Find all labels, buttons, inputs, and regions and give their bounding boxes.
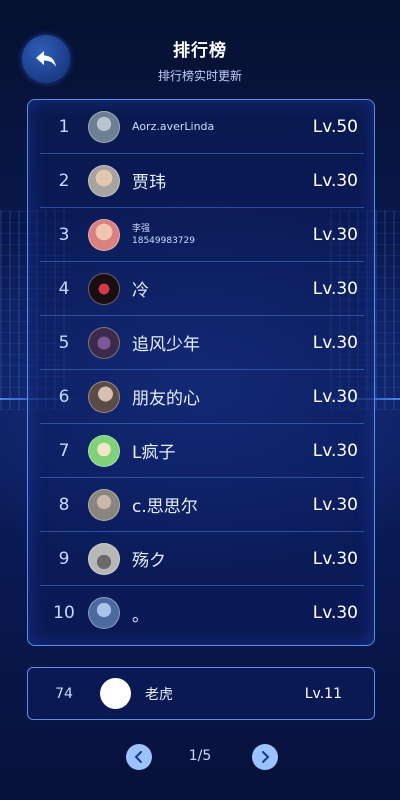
rank-number: 7 <box>58 440 70 461</box>
leaderboard-row[interactable]: 10 。 Lv.30 <box>40 586 364 640</box>
leaderboard-row[interactable]: 7 L疯子 Lv.30 <box>40 424 364 478</box>
page-title: 排行榜 <box>173 41 227 61</box>
player-level: Lv.30 <box>312 603 358 623</box>
rank-number: 2 <box>58 170 70 191</box>
rank-number: 6 <box>58 386 70 407</box>
rank-number: 9 <box>58 548 70 569</box>
page-subtitle: 排行榜实时更新 <box>157 69 242 83</box>
avatar <box>88 218 120 251</box>
player-name: 朋友的心 <box>132 389 200 409</box>
leaderboard-row[interactable]: 8 c.思思尔 Lv.30 <box>40 478 364 532</box>
my-rank-row[interactable]: 74 老虎 Lv.11 <box>27 667 375 720</box>
player-level: Lv.30 <box>312 548 358 569</box>
my-rank-number: 74 <box>55 685 73 702</box>
player-name: 贾玮 <box>132 173 166 193</box>
player-level: Lv.50 <box>312 116 358 137</box>
player-level: Lv.30 <box>312 386 358 407</box>
rank-number: 3 <box>58 224 70 245</box>
rank-number: 4 <box>58 278 70 299</box>
player-level: Lv.30 <box>312 332 358 353</box>
rank-number: 1 <box>58 116 70 137</box>
rank-number: 8 <box>58 494 70 515</box>
player-level: Lv.30 <box>312 494 358 515</box>
leaderboard-row[interactable]: 9 殇ク Lv.30 <box>40 532 364 586</box>
pagination: 1/5 <box>0 744 400 770</box>
player-name-line1: 李强 <box>132 223 151 234</box>
my-avatar <box>100 678 131 709</box>
avatar <box>88 597 120 629</box>
player-name: 。 <box>132 605 149 626</box>
leaderboard-row[interactable]: 5 追风少年 Lv.30 <box>40 316 364 370</box>
player-name: 殇ク <box>132 551 166 571</box>
my-name: 老虎 <box>145 686 173 703</box>
player-name: 冷 <box>132 281 149 301</box>
player-phone: 18549983729 <box>132 235 195 246</box>
leaderboard-row[interactable]: 3 李强 18549983729 Lv.30 <box>40 208 364 262</box>
avatar <box>88 380 120 413</box>
leaderboard-row[interactable]: 6 朋友的心 Lv.30 <box>40 370 364 424</box>
avatar <box>88 434 120 467</box>
avatar <box>88 110 120 143</box>
player-name: Aorz.averLinda <box>132 120 215 133</box>
player-name: 追风少年 <box>132 335 200 355</box>
page-indicator: 1/5 <box>188 748 212 764</box>
avatar <box>88 326 120 359</box>
avatar <box>88 542 120 575</box>
rank-number: 5 <box>58 332 70 353</box>
leaderboard-row[interactable]: 2 贾玮 Lv.30 <box>40 154 364 208</box>
player-name: 李强 18549983729 <box>132 223 313 247</box>
player-level: Lv.30 <box>312 224 358 245</box>
leaderboard-row[interactable]: 4 冷 Lv.30 <box>40 262 364 316</box>
next-page-button[interactable] <box>252 744 278 770</box>
player-name: c.思思尔 <box>132 497 198 517</box>
leaderboard-row[interactable]: 1 Aorz.averLinda Lv.50 <box>40 100 364 154</box>
header: 排行榜 排行榜实时更新 <box>0 36 400 84</box>
player-name: L疯子 <box>132 443 176 463</box>
player-level: Lv.30 <box>312 278 358 299</box>
avatar <box>88 272 120 305</box>
avatar <box>88 488 120 521</box>
player-level: Lv.30 <box>312 440 358 461</box>
my-level: Lv.11 <box>304 685 342 702</box>
chevron-right-icon <box>262 751 270 763</box>
avatar <box>88 164 120 197</box>
player-level: Lv.30 <box>312 170 358 191</box>
leaderboard-list: 1 Aorz.averLinda Lv.50 2 贾玮 Lv.30 3 李强 1… <box>27 99 375 646</box>
rank-number: 10 <box>53 603 75 623</box>
